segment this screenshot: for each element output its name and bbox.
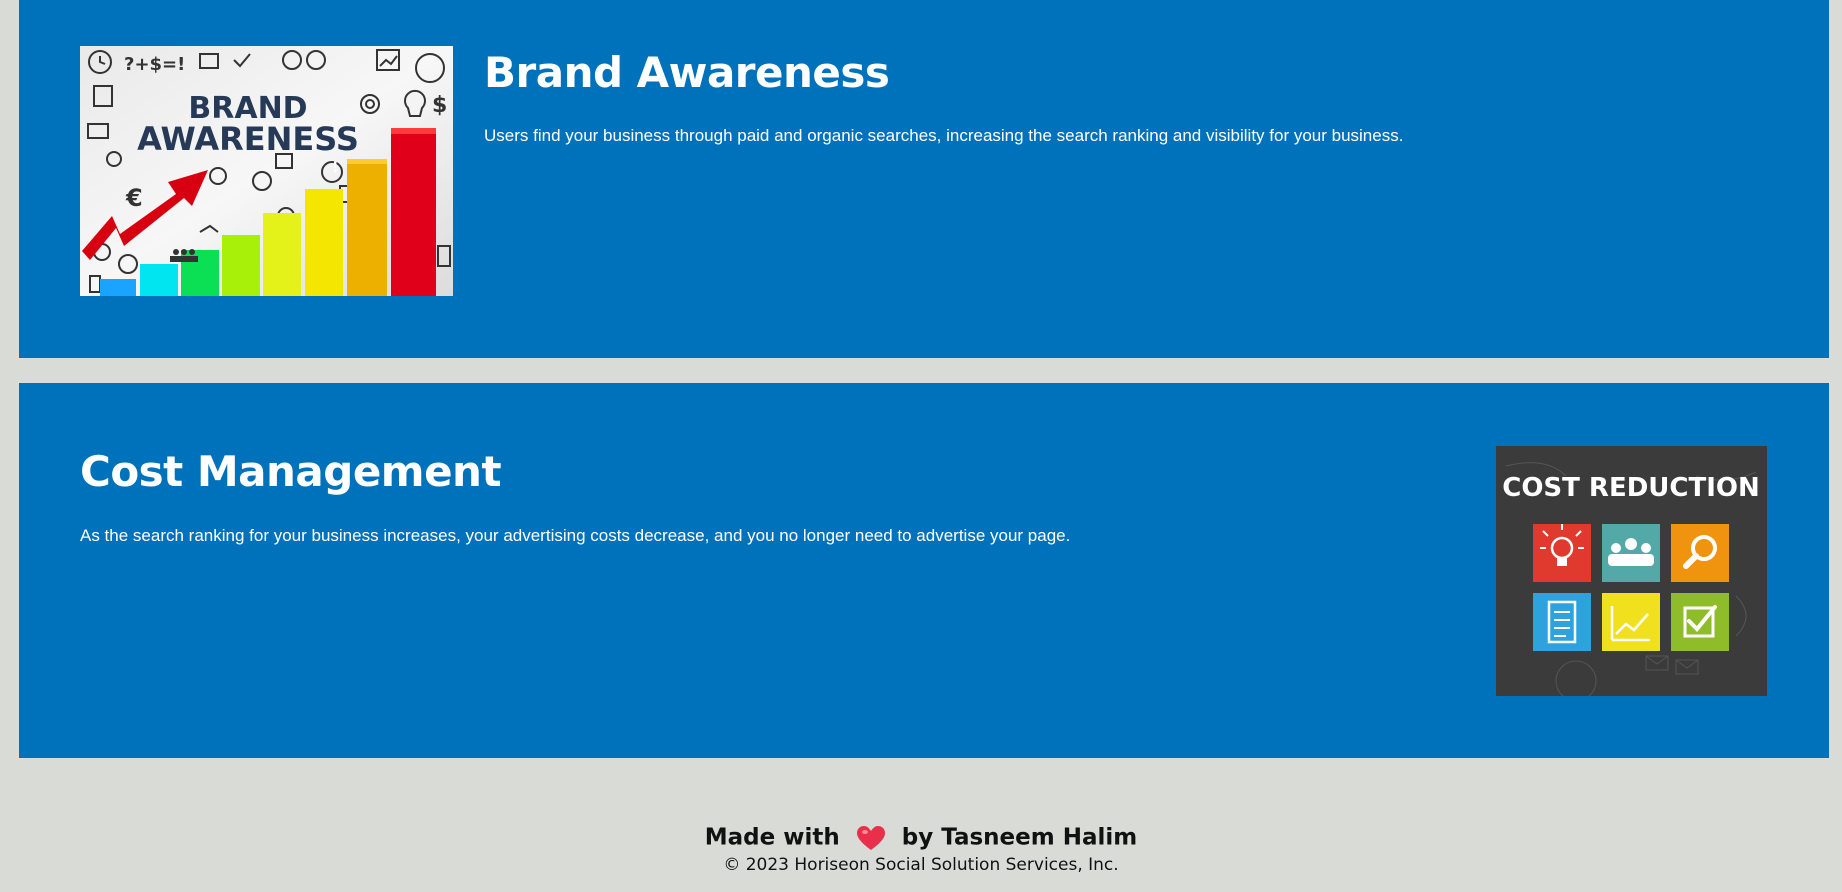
made-with-prefix: Made with (704, 824, 840, 851)
lightbulb-icon (1533, 524, 1591, 582)
made-with-author: by Tasneem Halim (901, 824, 1138, 851)
dollar-icon: $ (432, 93, 447, 118)
brand-awareness-text: Users find your business through paid an… (484, 126, 1404, 145)
brand-image-line2: AWARENESS (137, 120, 359, 158)
clipboard-icon (1533, 593, 1591, 651)
brand-awareness-image: ?+$=! $ € ! BRAND AWARENESS (80, 46, 453, 296)
cost-management-text: As the search ranking for your business … (80, 526, 1071, 545)
growth-chart-icon (1602, 593, 1660, 651)
brand-awareness-heading: Brand Awareness (484, 48, 890, 97)
euro-icon: € (125, 184, 143, 212)
brand-awareness-section: ?+$=! $ € ! BRAND AWARENESS Brand Awaren… (19, 0, 1829, 358)
magnifier-icon (1671, 524, 1729, 582)
svg-text:?+$=!: ?+$=! (124, 54, 185, 75)
heart-icon (856, 825, 885, 850)
made-with-line: Made with by Tasneem Halim (0, 822, 1842, 853)
cost-management-heading: Cost Management (80, 447, 502, 496)
site-footer: Made with by Tasneem Halim © 2023 Horise… (0, 822, 1842, 877)
copyright-text: © 2023 Horiseon Social Solution Services… (723, 854, 1119, 875)
checkmark-icon (1671, 593, 1729, 651)
svg-text:!: ! (332, 160, 338, 176)
cost-image-title: COST REDUCTION (1502, 473, 1760, 503)
cost-management-section: Cost Management As the search ranking fo… (19, 383, 1829, 758)
team-icon (1602, 524, 1660, 582)
cost-reduction-image: COST REDUCTION (1496, 446, 1767, 696)
